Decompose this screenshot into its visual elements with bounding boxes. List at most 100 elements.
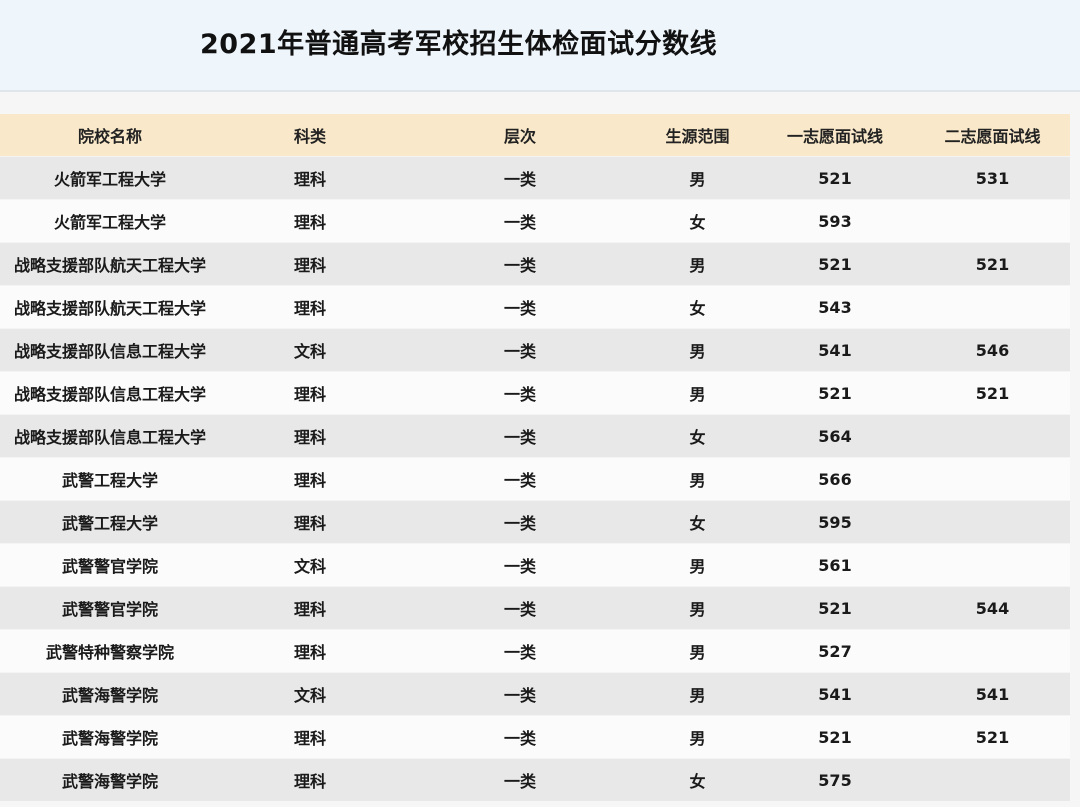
cell-first-choice: 543: [755, 285, 915, 329]
cell-second-choice: [915, 285, 1070, 329]
cell-level: 一类: [400, 629, 640, 673]
cell-school: 战略支援部队航天工程大学: [0, 242, 220, 286]
cell-school: 武警警官学院: [0, 543, 220, 587]
table-row: 火箭军工程大学 理科 一类男 521 531: [0, 156, 1070, 200]
cell-source: 男: [640, 543, 755, 587]
cell-subject: 理科: [220, 715, 400, 759]
cell-second-choice: 541: [915, 672, 1070, 716]
table-row: 战略支援部队航天工程大学 理科 一类女 543: [0, 285, 1070, 329]
cell-first-choice: 593: [755, 199, 915, 243]
cell-second-choice: 521: [915, 242, 1070, 286]
cell-source: 男: [640, 629, 755, 673]
cell-second-choice: [915, 543, 1070, 587]
cell-source: 男: [640, 586, 755, 630]
table-row: 武警海警学院 理科 一类女 575: [0, 758, 1070, 801]
table-row: 武警特种警察学院 理科 一类男 527: [0, 629, 1070, 673]
cell-level: 一类: [400, 758, 640, 801]
cell-subject: 文科: [220, 543, 400, 587]
cell-source: 女: [640, 758, 755, 801]
cell-source: 男: [640, 371, 755, 415]
cell-first-choice: 521: [755, 586, 915, 630]
cell-first-choice: 595: [755, 500, 915, 544]
cell-school: 武警特种警察学院: [0, 629, 220, 673]
cell-second-choice: [915, 457, 1070, 501]
header-source: 生源范围: [640, 114, 755, 157]
cell-school: 战略支援部队信息工程大学: [0, 414, 220, 458]
table-body: 火箭军工程大学 理科 一类男 521 531 火箭军工程大学 理科 一类女 593 战略支援部队航…: [0, 156, 1070, 801]
cell-first-choice: 527: [755, 629, 915, 673]
cell-level: 一类: [400, 457, 640, 501]
cell-second-choice: 546: [915, 328, 1070, 372]
cell-second-choice: 521: [915, 715, 1070, 759]
cell-subject: 理科: [220, 242, 400, 286]
cell-second-choice: [915, 758, 1070, 801]
cell-school: 武警工程大学: [0, 500, 220, 544]
cell-source: 男: [640, 715, 755, 759]
cell-first-choice: 521: [755, 242, 915, 286]
cell-school: 火箭军工程大学: [0, 156, 220, 200]
cell-source: 女: [640, 285, 755, 329]
table-row: 武警警官学院 理科 一类男 521 544: [0, 586, 1070, 630]
cell-subject: 理科: [220, 500, 400, 544]
cell-first-choice: 564: [755, 414, 915, 458]
cell-level: 一类: [400, 500, 640, 544]
cell-first-choice: 566: [755, 457, 915, 501]
cell-first-choice: 521: [755, 156, 915, 200]
table-row: 武警海警学院 理科 一类男 521 521: [0, 715, 1070, 759]
cell-school: 武警海警学院: [0, 715, 220, 759]
table-row: 战略支援部队航天工程大学 理科 一类男 521 521: [0, 242, 1070, 286]
cell-source: 男: [640, 242, 755, 286]
cell-subject: 理科: [220, 285, 400, 329]
cell-first-choice: 561: [755, 543, 915, 587]
cell-second-choice: 531: [915, 156, 1070, 200]
cell-level: 一类: [400, 672, 640, 716]
cell-first-choice: 521: [755, 371, 915, 415]
cell-level: 一类: [400, 543, 640, 587]
cell-level: 一类: [400, 715, 640, 759]
cell-level: 一类: [400, 242, 640, 286]
cell-level: 一类: [400, 156, 640, 200]
cell-level: 一类: [400, 328, 640, 372]
cell-level: 一类: [400, 414, 640, 458]
cell-school: 武警工程大学: [0, 457, 220, 501]
cell-source: 女: [640, 199, 755, 243]
cell-subject: 理科: [220, 414, 400, 458]
header-subject: 科类: [220, 114, 400, 157]
cell-second-choice: [915, 199, 1070, 243]
score-table-container: 院校名称 科类 层次 生源范围 一志愿面试线 二志愿面试线 火箭军工程大学 理科一…: [0, 114, 1070, 801]
cell-source: 女: [640, 414, 755, 458]
cell-subject: 文科: [220, 328, 400, 372]
table-row: 武警工程大学 理科 一类女 595: [0, 500, 1070, 544]
cell-second-choice: 521: [915, 371, 1070, 415]
table-row: 战略支援部队信息工程大学 理科 一类男 521 521: [0, 371, 1070, 415]
cell-subject: 理科: [220, 457, 400, 501]
table-row: 武警海警学院 文科 一类男 541 541: [0, 672, 1070, 716]
cell-school: 火箭军工程大学: [0, 199, 220, 243]
table-row: 武警警官学院 文科 一类男 561: [0, 543, 1070, 587]
header-school: 院校名称: [0, 114, 220, 157]
cell-subject: 理科: [220, 629, 400, 673]
cell-first-choice: 575: [755, 758, 915, 801]
header-second-choice: 二志愿面试线: [915, 114, 1070, 157]
cell-subject: 文科: [220, 672, 400, 716]
cell-source: 男: [640, 328, 755, 372]
cell-first-choice: 541: [755, 328, 915, 372]
cell-source: 男: [640, 672, 755, 716]
cell-subject: 理科: [220, 156, 400, 200]
cell-subject: 理科: [220, 586, 400, 630]
header-level: 层次: [400, 114, 640, 157]
cell-second-choice: [915, 414, 1070, 458]
cell-second-choice: 544: [915, 586, 1070, 630]
table-row: 战略支援部队信息工程大学 文科 一类男 541 546: [0, 328, 1070, 372]
cell-level: 一类: [400, 285, 640, 329]
cell-school: 战略支援部队信息工程大学: [0, 371, 220, 415]
table-row: 战略支援部队信息工程大学 理科 一类女 564: [0, 414, 1070, 458]
cell-source: 女: [640, 500, 755, 544]
cell-second-choice: [915, 629, 1070, 673]
cell-subject: 理科: [220, 199, 400, 243]
cell-level: 一类: [400, 199, 640, 243]
cell-source: 男: [640, 457, 755, 501]
cell-first-choice: 521: [755, 715, 915, 759]
page-title: 2021年普通高考军校招生体检面试分数线: [200, 29, 718, 60]
cell-subject: 理科: [220, 371, 400, 415]
